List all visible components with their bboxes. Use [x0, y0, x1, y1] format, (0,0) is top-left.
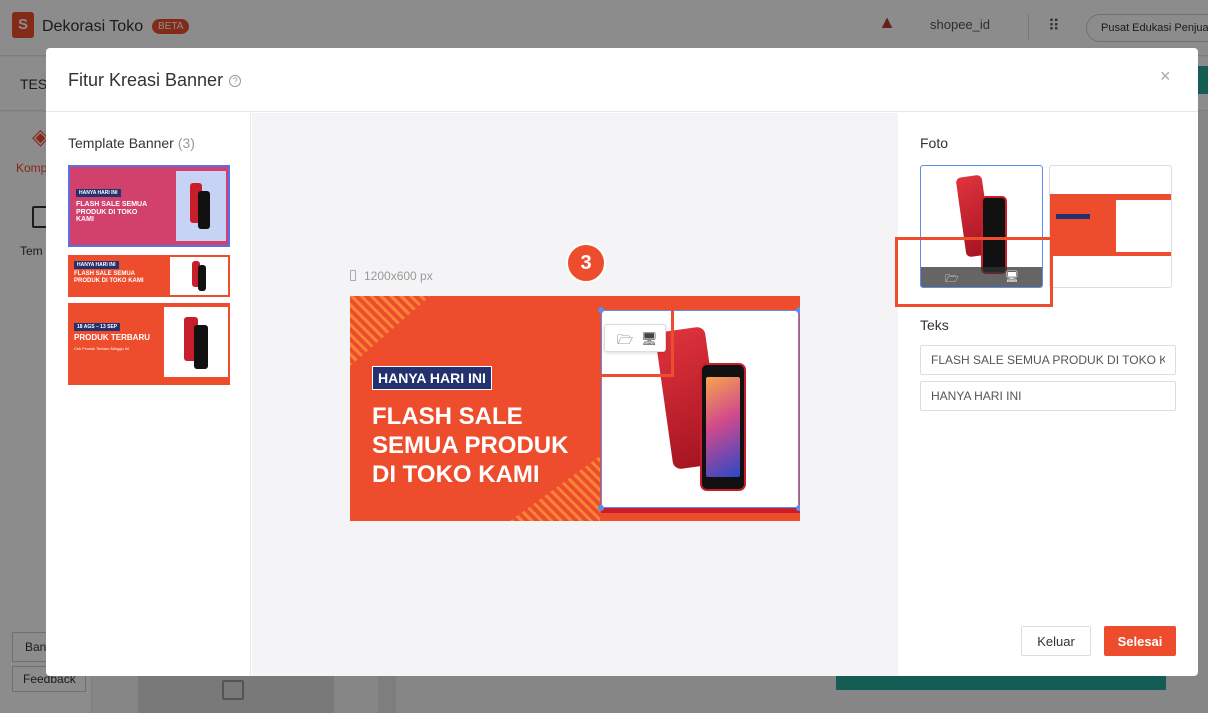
template-heading: Template Banner (3): [68, 135, 195, 151]
photo-toolbar: 🗁 🖥: [604, 324, 666, 352]
photo-thumbnail-desktop[interactable]: [1049, 165, 1172, 288]
text-heading: Teks: [920, 317, 949, 333]
highlight-annotation: [598, 357, 674, 377]
modal-title-text: Fitur Kreasi Banner: [68, 70, 224, 90]
template-subtext: Cek Produk Terbaru Minggu Ini: [74, 346, 130, 351]
mobile-icon: [350, 270, 356, 281]
properties-panel: Foto 🗁 🖥 Teks Keluar Selesai: [895, 113, 1198, 676]
banner-thumbnail-tag: [1056, 214, 1090, 219]
template-thumbnail-1[interactable]: HANYA HARI INI FLASH SALE SEMUA PRODUK D…: [68, 165, 230, 247]
step-badge: 3: [566, 243, 606, 283]
template-tag: 18 AGS – 13 SEP: [74, 323, 121, 331]
template-heading-text: Template Banner: [68, 135, 174, 151]
banner-thumbnail-photo: [1116, 200, 1171, 252]
done-button[interactable]: Selesai: [1104, 626, 1176, 656]
decorative-stripes: [350, 296, 430, 366]
template-headline: PRODUK TERBARU: [74, 333, 150, 342]
phone-image: [198, 265, 206, 291]
phone-screen: [706, 377, 740, 477]
template-count: (3): [177, 135, 195, 151]
close-icon[interactable]: ×: [1160, 66, 1171, 87]
template-headline: FLASH SALE SEMUA PRODUK DI TOKO KAMI: [74, 271, 144, 284]
phone-front-image: [700, 363, 746, 491]
resize-handle[interactable]: [796, 505, 800, 511]
help-icon[interactable]: ?: [229, 75, 242, 87]
phone-image: [198, 191, 210, 229]
cancel-button[interactable]: Keluar: [1021, 626, 1091, 656]
modal-header: Fitur Kreasi Banner? ×: [46, 48, 1198, 112]
banner-tag[interactable]: HANYA HARI INI: [372, 366, 492, 390]
modal-title: Fitur Kreasi Banner?: [68, 70, 242, 91]
text-field-headline[interactable]: [920, 345, 1176, 375]
banner-thumbnail-image: [1050, 194, 1171, 256]
resize-handle[interactable]: [796, 307, 800, 313]
phone-image: [194, 325, 208, 369]
banner-preview[interactable]: HANYA HARI INI FLASH SALE SEMUA PRODUK D…: [350, 296, 800, 521]
desktop-icon[interactable]: 🖥: [641, 331, 658, 347]
template-thumbnail-3[interactable]: 18 AGS – 13 SEP PRODUK TERBARU Cek Produ…: [68, 303, 230, 385]
template-tag: HANYA HARI INI: [76, 189, 121, 197]
canvas-area: 1200x600 px HANYA HARI INI FLASH SALE SE…: [252, 113, 898, 676]
canvas-size-text: 1200x600 px: [364, 269, 433, 283]
template-tag: HANYA HARI INI: [74, 261, 119, 269]
banner-headline[interactable]: FLASH SALE SEMUA PRODUK DI TOKO KAMI: [372, 402, 592, 489]
resize-handle[interactable]: [598, 505, 604, 511]
photo-heading: Foto: [920, 135, 949, 151]
image-upload-icon[interactable]: 🗁: [617, 331, 633, 353]
canvas-size-label: 1200x600 px: [350, 269, 433, 283]
template-photo: [176, 171, 226, 241]
text-field-tag[interactable]: [920, 381, 1176, 411]
template-thumbnail-2[interactable]: HANYA HARI INI FLASH SALE SEMUA PRODUK D…: [68, 255, 230, 297]
template-panel: Template Banner (3) HANYA HARI INI FLASH …: [46, 113, 251, 676]
template-headline: FLASH SALE SEMUA PRODUK DI TOKO KAMI: [76, 201, 147, 224]
highlight-annotation: [895, 237, 1053, 307]
photo-frame-border: [601, 508, 800, 513]
template-photo: [170, 257, 228, 295]
template-photo: [164, 307, 228, 377]
banner-creator-modal: Fitur Kreasi Banner? × Template Banner (3…: [46, 48, 1198, 676]
